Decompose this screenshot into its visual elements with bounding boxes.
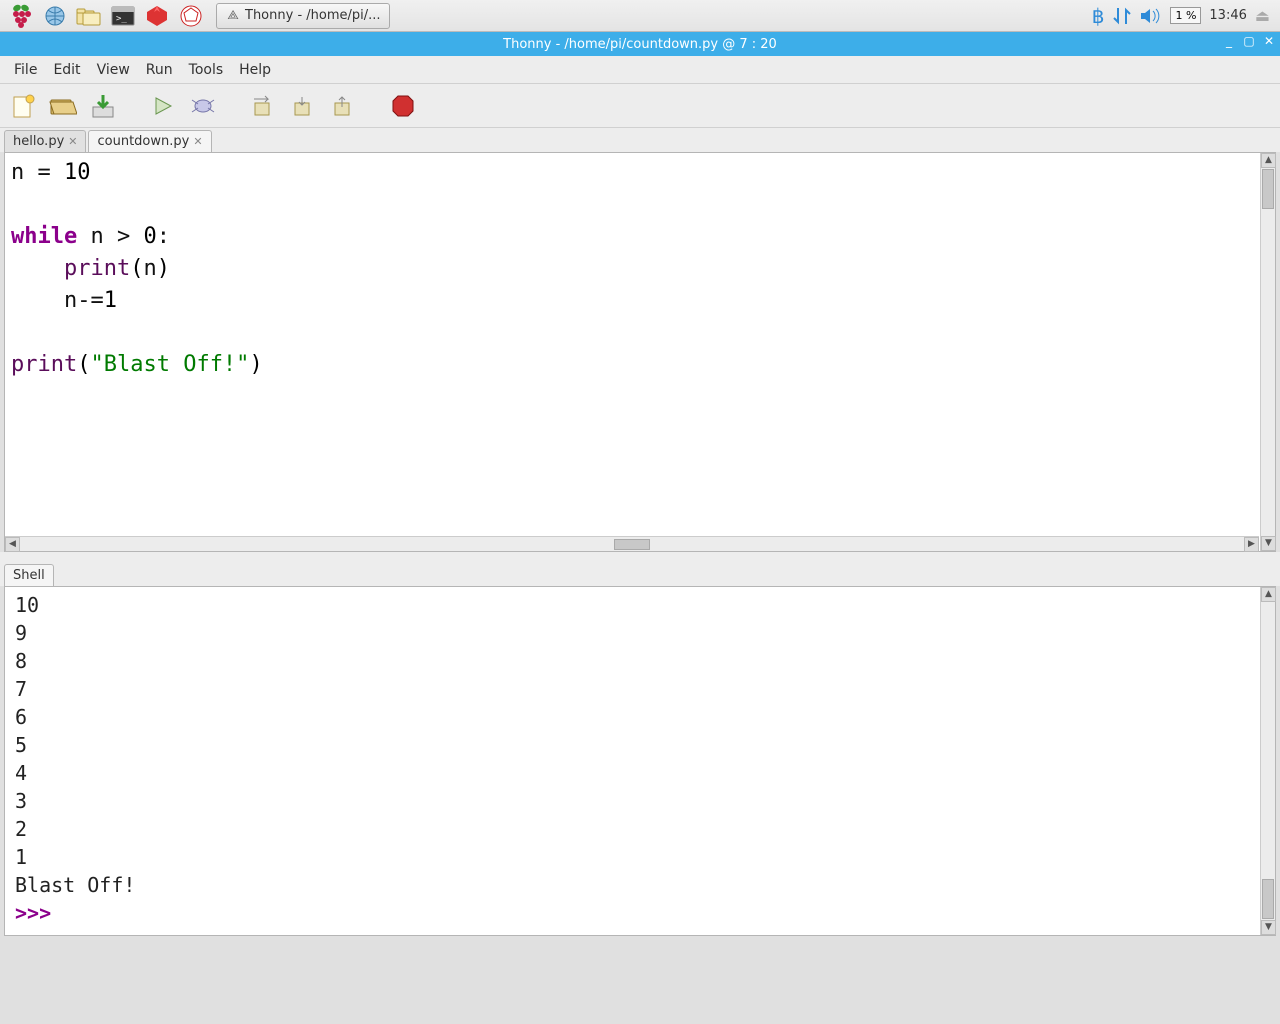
step-out-button[interactable]	[328, 91, 358, 121]
window-title: Thonny - /home/pi/countdown.py @ 7 : 20	[503, 37, 777, 52]
svg-text:>_: >_	[116, 14, 127, 24]
stop-button[interactable]	[388, 91, 418, 121]
scroll-down-icon[interactable]: ▼	[1261, 920, 1276, 935]
menu-edit[interactable]: Edit	[45, 59, 88, 81]
taskbar-app-button[interactable]: ⟁ Thonny - /home/pi/...	[216, 3, 390, 29]
clock[interactable]: 13:46	[1209, 8, 1246, 23]
file-manager-icon[interactable]	[75, 2, 103, 30]
bluetooth-icon[interactable]: ฿	[1092, 4, 1105, 28]
scroll-down-icon[interactable]: ▼	[1261, 536, 1276, 551]
shell-output[interactable]: 10 9 8 7 6 5 4 3 2 1 Blast Off! >>>	[5, 587, 1275, 935]
web-browser-icon[interactable]	[41, 2, 69, 30]
run-button[interactable]	[148, 91, 178, 121]
close-tab-icon[interactable]: ✕	[193, 135, 202, 148]
scroll-left-icon[interactable]: ◀	[5, 537, 20, 552]
menu-run[interactable]: Run	[138, 59, 181, 81]
close-tab-icon[interactable]: ✕	[68, 135, 77, 148]
tab-countdown[interactable]: countdown.py ✕	[88, 130, 211, 152]
tab-label: Shell	[13, 568, 45, 583]
save-button[interactable]	[88, 91, 118, 121]
menu-help[interactable]: Help	[231, 59, 279, 81]
scroll-up-icon[interactable]: ▲	[1261, 587, 1276, 602]
close-button[interactable]: ✕	[1262, 35, 1276, 49]
new-file-button[interactable]	[8, 91, 38, 121]
terminal-icon[interactable]: >_	[109, 2, 137, 30]
eject-icon[interactable]: ⏏	[1255, 6, 1270, 25]
system-tray: ฿ 1 % 13:46 ⏏	[1092, 4, 1276, 28]
editor-tabstrip: hello.py ✕ countdown.py ✕	[0, 128, 1280, 152]
editor-hscrollbar[interactable]: ◀ ▶	[5, 536, 1259, 551]
wolfram-icon[interactable]	[177, 2, 205, 30]
thonny-mini-icon: ⟁	[225, 8, 241, 23]
menubar: File Edit View Run Tools Help	[0, 56, 1280, 84]
minimize-button[interactable]: _	[1222, 35, 1236, 49]
window-titlebar: Thonny - /home/pi/countdown.py @ 7 : 20 …	[0, 32, 1280, 56]
maximize-button[interactable]: ▢	[1242, 35, 1256, 49]
menu-view[interactable]: View	[89, 59, 138, 81]
scroll-right-icon[interactable]: ▶	[1244, 537, 1259, 552]
editor-vscrollbar[interactable]: ▲ ▼	[1260, 153, 1275, 551]
code-editor[interactable]: n = 10 while n > 0: print(n) n-=1 print(…	[5, 153, 1275, 535]
toolbar	[0, 84, 1280, 128]
tab-label: countdown.py	[97, 134, 189, 149]
scroll-up-icon[interactable]: ▲	[1261, 153, 1276, 168]
step-over-button[interactable]	[248, 91, 278, 121]
menu-tools[interactable]: Tools	[181, 59, 232, 81]
raspberry-menu-icon[interactable]	[7, 2, 35, 30]
system-taskbar: >_ ⟁ Thonny - /home/pi/... ฿ 1 % 13:46 ⏏	[0, 0, 1280, 32]
taskbar-app-label: Thonny - /home/pi/...	[245, 8, 381, 23]
network-icon[interactable]	[1112, 6, 1132, 26]
mathematica-icon[interactable]	[143, 2, 171, 30]
shell-tabstrip: Shell	[0, 564, 1280, 586]
open-file-button[interactable]	[48, 91, 78, 121]
editor-pane: n = 10 while n > 0: print(n) n-=1 print(…	[4, 152, 1276, 552]
cpu-usage[interactable]: 1 %	[1170, 7, 1201, 24]
shell-prompt: >>>	[15, 901, 63, 925]
step-into-button[interactable]	[288, 91, 318, 121]
tab-shell[interactable]: Shell	[4, 564, 54, 586]
tab-label: hello.py	[13, 134, 64, 149]
shell-vscrollbar[interactable]: ▲ ▼	[1260, 587, 1275, 935]
menu-file[interactable]: File	[6, 59, 45, 81]
volume-icon[interactable]	[1140, 7, 1162, 25]
debug-button[interactable]	[188, 91, 218, 121]
shell-pane: 10 9 8 7 6 5 4 3 2 1 Blast Off! >>> ▲ ▼	[4, 586, 1276, 936]
tab-hello[interactable]: hello.py ✕	[4, 130, 86, 152]
